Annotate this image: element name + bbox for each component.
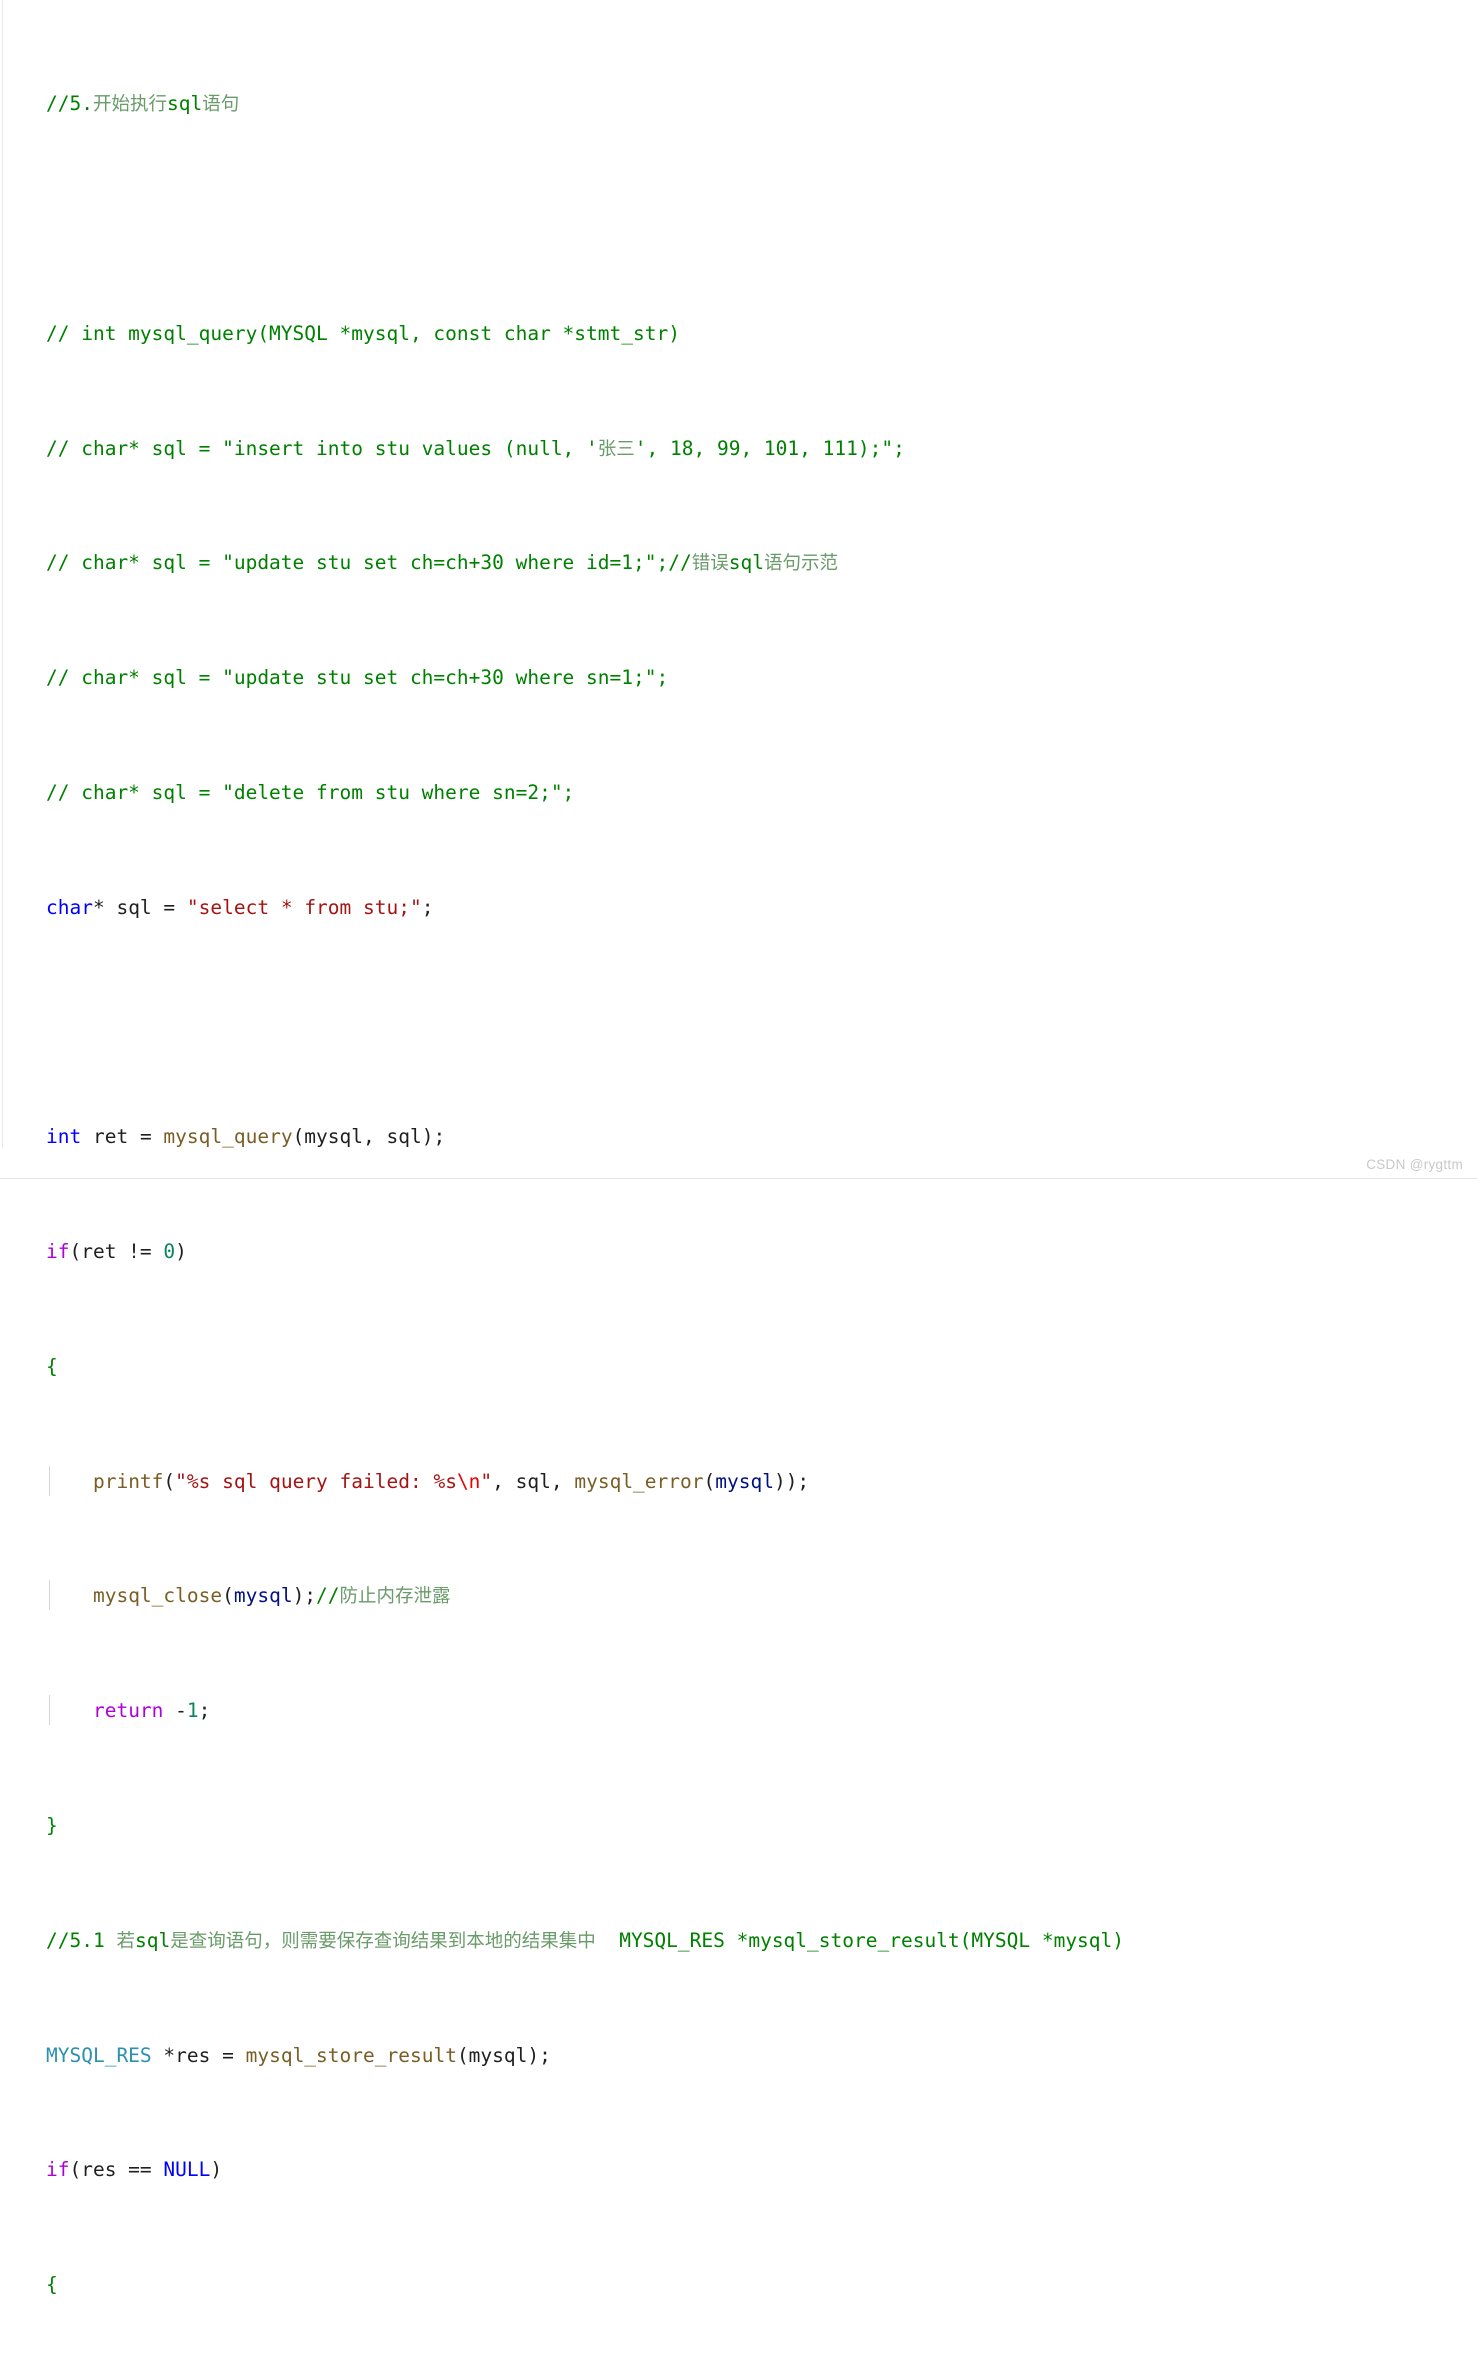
keyword-token: NULL: [163, 2158, 211, 2182]
comment-token: // int mysql_query(MYSQL *mysql, const c…: [46, 321, 680, 345]
comment-token: //: [316, 1584, 340, 1608]
code-line[interactable]: if(ret != 0): [0, 1238, 1477, 1267]
bottom-divider: [0, 1178, 1477, 1179]
plain-token: );: [292, 1584, 317, 1608]
comment-cjk-token: 开始执行: [92, 94, 167, 116]
comment-token: MYSQL_RES *mysql_store_result(MYSQL *mys…: [595, 1928, 1125, 1952]
plain-token: ;: [198, 1699, 211, 1723]
comment-cjk-token: 语句: [202, 94, 240, 116]
variable-token: mysql: [715, 1469, 774, 1493]
identifier-token: sql: [116, 895, 152, 919]
code-line[interactable]: char* sql = "select * from stu;";: [0, 894, 1477, 923]
comment-cjk-token: 防止内存泄露: [339, 1586, 451, 1608]
code-line[interactable]: // char* sql = "delete from stu where sn…: [0, 779, 1477, 808]
number-token: 0: [163, 1240, 176, 1264]
comment-token: // char* sql = "update stu set ch=ch+30 …: [46, 551, 692, 575]
plain-token: ));: [773, 1469, 810, 1493]
comment-token: //5.1: [46, 1928, 117, 1952]
comment-token: ', 18, 99, 101, 111);";: [634, 436, 905, 460]
code-line[interactable]: {: [0, 1353, 1477, 1382]
code-line[interactable]: printf("%s sql query failed: %s\n", sql,…: [0, 1465, 1477, 1497]
string-token: "select * from stu;": [186, 895, 422, 919]
code-line[interactable]: {: [0, 2271, 1477, 2300]
operator-token: =: [139, 1125, 164, 1149]
function-token: mysql_error: [574, 1469, 704, 1493]
comment-token: sql: [134, 1928, 171, 1952]
string-token: ": [480, 1469, 493, 1493]
comment-token: // char* sql = "insert into stu values (…: [46, 436, 598, 460]
plain-token: (mysql);: [456, 2043, 551, 2067]
code-line[interactable]: // int mysql_query(MYSQL *mysql, const c…: [0, 320, 1477, 349]
comment-token: //5.: [46, 92, 93, 116]
comment-cjk-token: 错误: [691, 553, 729, 575]
plain-token: ;: [421, 895, 434, 919]
comment-cjk-token: 张三: [597, 438, 635, 460]
keyword-token: int: [46, 1125, 82, 1149]
csdn-watermark: CSDN @rygttm: [1366, 1157, 1463, 1172]
plain-token: ): [175, 1240, 187, 1264]
code-line[interactable]: // char* sql = "update stu set ch=ch+30 …: [0, 664, 1477, 693]
plain-token: (ret !=: [69, 1240, 164, 1264]
brace-token: {: [46, 2273, 58, 2297]
code-line[interactable]: MYSQL_RES *res = mysql_store_result(mysq…: [0, 2042, 1477, 2071]
control-keyword-token: if: [46, 1240, 70, 1264]
code-line[interactable]: mysql_close(mysql);//防止内存泄露: [0, 1580, 1477, 1611]
code-line[interactable]: // char* sql = "update stu set ch=ch+30 …: [0, 549, 1477, 578]
code-line[interactable]: }: [0, 1812, 1477, 1841]
control-keyword-token: return: [92, 1699, 164, 1723]
string-token: "%s sql query failed: %s: [175, 1469, 457, 1493]
function-token: printf: [92, 1469, 164, 1493]
comment-token: sql: [166, 92, 203, 116]
brace-token: {: [46, 1354, 58, 1378]
code-line-blank[interactable]: [0, 1008, 1477, 1037]
code-line[interactable]: int ret = mysql_query(mysql, sql);: [0, 1123, 1477, 1152]
code-block[interactable]: //5.开始执行sql语句 // int mysql_query(MYSQL *…: [0, 0, 1477, 2370]
comment-token: // char* sql = "delete from stu where sn…: [46, 780, 575, 804]
code-line-blank[interactable]: [0, 205, 1477, 234]
code-line[interactable]: return -1;: [0, 1695, 1477, 1726]
function-token: mysql_store_result: [245, 2043, 457, 2067]
brace-token: }: [46, 1814, 58, 1838]
function-token: mysql_close: [92, 1584, 223, 1608]
plain-token: (mysql, sql);: [292, 1125, 446, 1149]
plain-token: *: [92, 895, 117, 919]
plain-token: (: [163, 1469, 176, 1493]
identifier-token: *res: [151, 2043, 223, 2067]
comment-token: sql: [728, 551, 764, 575]
plain-token: (: [703, 1469, 716, 1493]
number-token: 1: [186, 1699, 199, 1723]
plain-token: (: [222, 1584, 234, 1608]
control-keyword-token: if: [46, 2158, 70, 2182]
keyword-token: char: [46, 895, 93, 919]
plain-token: ): [210, 2158, 223, 2182]
plain-token: , sql,: [492, 1469, 575, 1493]
operator-token: =: [222, 2043, 246, 2067]
comment-cjk-token: 若: [116, 1930, 135, 1952]
comment-cjk-token: 语句示范: [763, 553, 838, 575]
variable-token: mysql: [233, 1584, 293, 1608]
identifier-token: ret: [81, 1125, 140, 1149]
code-line[interactable]: //5.1 若sql是查询语句，则需要保存查询结果到本地的结果集中 MYSQL_…: [0, 1927, 1477, 1956]
escape-token: \n: [456, 1469, 481, 1493]
plain-token: (res ==: [69, 2158, 164, 2182]
code-line[interactable]: // char* sql = "insert into stu values (…: [0, 435, 1477, 464]
plain-token: -: [163, 1699, 187, 1723]
code-line[interactable]: //5.开始执行sql语句: [0, 90, 1477, 119]
comment-cjk-token: 是查询语句，则需要保存查询结果到本地的结果集中: [170, 1930, 596, 1952]
code-line[interactable]: if(res == NULL): [0, 2156, 1477, 2185]
comment-token: // char* sql = "update stu set ch=ch+30 …: [46, 666, 669, 690]
operator-token: =: [151, 895, 187, 919]
function-token: mysql_query: [163, 1125, 293, 1149]
type-token: MYSQL_RES: [46, 2043, 152, 2067]
